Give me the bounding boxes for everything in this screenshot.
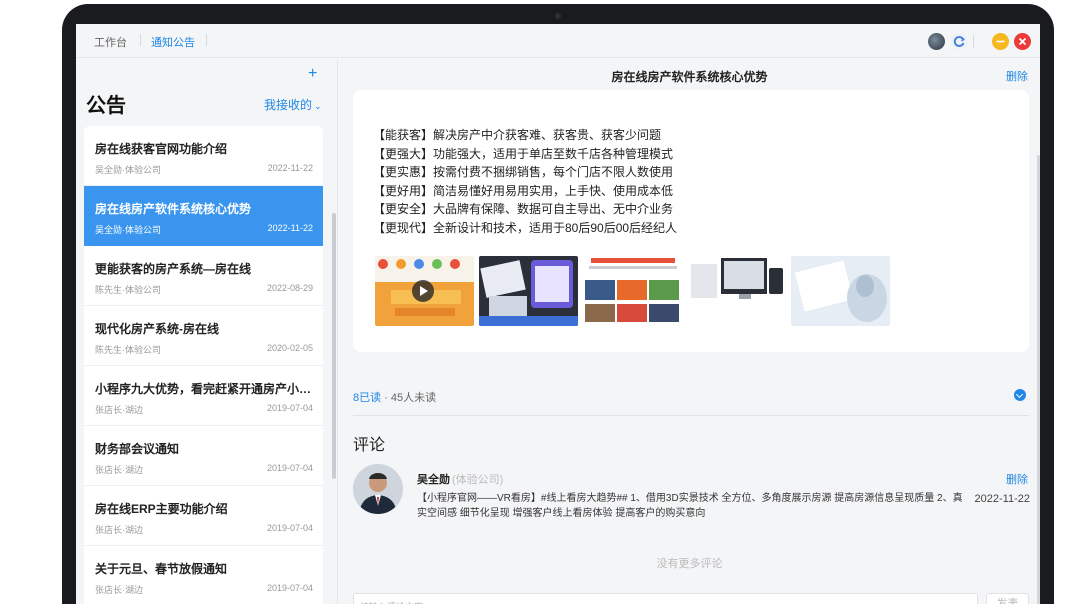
item-date: 2019-07-04 — [266, 583, 313, 593]
software-screens-thumbnail[interactable] — [479, 256, 578, 326]
delete-announcement-button[interactable]: 删除 — [1006, 68, 1028, 84]
camera-dot — [555, 13, 561, 19]
item-date: 2022-08-29 — [266, 283, 313, 293]
delete-comment-button[interactable]: 删除 — [1006, 471, 1028, 487]
item-date: 2020-02-05 — [266, 343, 313, 353]
breadcrumb-separator — [140, 34, 141, 46]
item-title: 现代化房产系统-房在线 — [95, 322, 219, 336]
sidebar-scrollbar[interactable] — [332, 213, 336, 479]
sidebar-title: 公告 — [86, 95, 126, 117]
robot-thumbnail[interactable] — [791, 256, 890, 326]
breadcrumb-separator — [206, 34, 207, 46]
attachment-thumbnails — [375, 256, 935, 326]
filter-dropdown[interactable]: 我接收的 ⌄ — [264, 96, 322, 113]
toolbar-divider — [973, 35, 974, 48]
item-title: 房在线房产软件系统核心优势 — [95, 202, 252, 216]
item-title: 关于元旦、春节放假通知 — [95, 562, 228, 576]
breadcrumb-workbench[interactable]: 工作台 — [94, 34, 127, 50]
comment-date: 2022-11-22 — [974, 493, 1030, 505]
close-icon[interactable] — [1014, 33, 1031, 50]
no-more-comments: 没有更多评论 — [656, 558, 723, 570]
list-item[interactable]: 财务部会议通知 张店长·湖边 2019-07-04 — [84, 426, 323, 486]
item-title: 小程序九大优势，看完赶紧开通房产小程序 — [95, 382, 313, 396]
list-item[interactable]: 更能获客的房产系统—房在线 陈先生·体验公司 2022-08-29 — [84, 246, 323, 306]
item-author: 张店长·湖边 — [95, 525, 143, 535]
item-author: 吴全勋·体验公司 — [95, 165, 161, 175]
list-item[interactable]: 关于元旦、春节放假通知 张店长·湖边 2019-07-04 — [84, 546, 323, 604]
item-title: 更能获客的房产系统—房在线 — [95, 262, 252, 276]
play-icon[interactable] — [412, 280, 434, 302]
item-author: 张店长·湖边 — [95, 465, 143, 475]
item-date: 2022-11-22 — [267, 163, 313, 173]
filter-label: 我接收的 — [264, 98, 313, 112]
detail-body: 【能获客】解决房产中介获客难、获客贵、获客少问题 【更强大】功能强大，适用于单店… — [373, 126, 677, 237]
add-announcement-button[interactable]: + — [308, 65, 317, 83]
top-bar: 工作台 通知公告 — [76, 24, 1040, 58]
video-thumbnail[interactable] — [375, 256, 474, 326]
item-date: 2022-11-22 — [267, 223, 313, 233]
item-date: 2019-07-04 — [266, 463, 313, 473]
devices-thumbnail[interactable] — [687, 256, 786, 326]
commenter-name: 吴全勋 (体验公司) — [417, 471, 503, 487]
device-frame: 工作台 通知公告 + 公告 我接收的 ⌄ 房在线获客官网功能介绍 吴全勋·体验公… — [62, 4, 1054, 604]
body-line: 【更现代】全新设计和技术，适用于80后90后00后经纪人 — [373, 220, 678, 235]
list-item[interactable]: 现代化房产系统-房在线 陈先生·体验公司 2020-02-05 — [84, 306, 323, 366]
list-item[interactable]: 房在线获客官网功能介绍 吴全勋·体验公司 2022-11-22 — [84, 126, 323, 186]
body-line: 【能获客】解决房产中介获客难、获客贵、获客少问题 — [373, 128, 662, 142]
comment-text: 【小程序官网——VR看房】#线上看房大趋势## 1、借用3D实景技术 全方位、多… — [417, 493, 963, 519]
breadcrumb-notices[interactable]: 通知公告 — [151, 34, 195, 50]
detail-content-card: 【能获客】解决房产中介获客难、获客贵、获客少问题 【更强大】功能强大，适用于单店… — [353, 90, 1029, 352]
chevron-down-icon: ⌄ — [314, 101, 322, 111]
item-date: 2019-07-04 — [266, 523, 313, 533]
send-comment-button[interactable]: 发表 — [986, 593, 1029, 604]
body-line: 【更好用】简洁易懂好用易用实用，上手快、使用成本低 — [373, 183, 674, 198]
avatar-icon[interactable] — [928, 33, 945, 50]
read-separator: · — [381, 392, 391, 404]
item-author: 陈先生·体验公司 — [95, 345, 161, 355]
list-item-selected[interactable]: 房在线房产软件系统核心优势 吴全勋·体验公司 2022-11-22 — [84, 186, 323, 246]
app-screen: 工作台 通知公告 + 公告 我接收的 ⌄ 房在线获客官网功能介绍 吴全勋·体验公… — [76, 24, 1040, 604]
detail-scrollbar[interactable] — [1037, 155, 1040, 604]
list-item[interactable]: 小程序九大优势，看完赶紧开通房产小程序 张店长·湖边 2019-07-04 — [84, 366, 323, 426]
minimize-icon[interactable] — [992, 33, 1009, 50]
comment-input[interactable]: 请输入评论内容 — [353, 593, 978, 604]
item-author: 吴全勋·体验公司 — [95, 225, 161, 235]
section-divider — [353, 415, 1029, 416]
item-title: 房在线ERP主要功能介绍 — [95, 502, 228, 516]
item-author: 张店长·湖边 — [95, 405, 143, 415]
item-title: 房在线获客官网功能介绍 — [95, 142, 228, 156]
announcement-detail: 房在线房产软件系统核心优势 删除 【能获客】解决房产中介获客难、获客贵、获客少问… — [339, 59, 1040, 604]
read-status[interactable]: 8已读 · 45人未读 — [353, 389, 436, 405]
comments-heading: 评论 — [353, 437, 386, 454]
commenter-name-text: 吴全勋 — [417, 474, 450, 486]
unread-count: 45人未读 — [390, 392, 437, 404]
body-line: 【更强大】功能强大，适用于单店至数千店各种管理模式 — [373, 146, 674, 161]
item-title: 财务部会议通知 — [95, 442, 180, 456]
read-count: 8已读 — [353, 392, 382, 404]
item-author: 张店长·湖边 — [95, 585, 143, 595]
body-line: 【更安全】大品牌有保障、数据可自主导出、无中介业务 — [373, 202, 674, 216]
detail-title: 房在线房产软件系统核心优势 — [611, 70, 768, 84]
item-date: 2019-07-04 — [266, 403, 313, 413]
announcement-list: 房在线获客官网功能介绍 吴全勋·体验公司 2022-11-22 房在线房产软件系… — [84, 126, 323, 604]
app-banner-thumbnail[interactable] — [583, 256, 682, 326]
commenter-org: (体验公司) — [452, 474, 504, 486]
list-item[interactable]: 房在线ERP主要功能介绍 张店长·湖边 2019-07-04 — [84, 486, 323, 546]
item-author: 陈先生·体验公司 — [95, 285, 161, 295]
announcement-sidebar: + 公告 我接收的 ⌄ 房在线获客官网功能介绍 吴全勋·体验公司 2022-11-… — [76, 59, 338, 604]
body-line: 【更实惠】按需付费不捆绑销售，每个门店不限人数使用 — [373, 165, 674, 179]
expand-chevron-icon[interactable] — [1014, 389, 1026, 401]
refresh-icon[interactable] — [951, 33, 968, 50]
commenter-avatar — [353, 464, 403, 514]
